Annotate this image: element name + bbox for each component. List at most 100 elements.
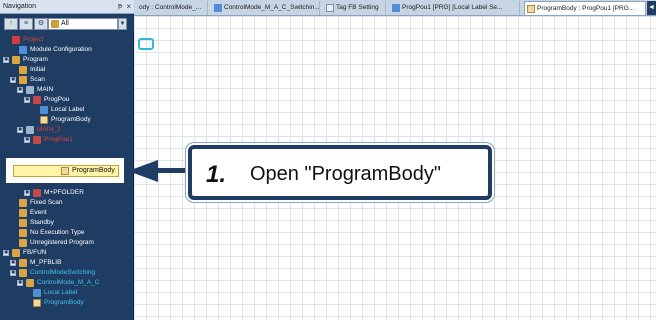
- folder-icon: [19, 66, 27, 74]
- instruction-text: Open "ProgramBody": [250, 163, 441, 185]
- program-icon: [33, 136, 41, 144]
- gear-icon: [26, 86, 34, 94]
- gear-icon: [26, 126, 34, 134]
- filter-dropdown-arrow-icon[interactable]: ▼: [118, 18, 127, 30]
- tree-expander-icon[interactable]: ■: [10, 260, 16, 266]
- navigation-title-bar: Navigation ᵽ ×: [0, 0, 134, 14]
- folder-icon: [19, 269, 27, 277]
- tree-item-label: Project: [23, 36, 44, 43]
- navigation-panel: Navigation ᵽ × ↑ ≡ ⚙ All ▼ Project Module…: [0, 0, 134, 320]
- tree-item[interactable]: ProgramBody: [0, 115, 134, 125]
- module-icon: [19, 46, 27, 54]
- step-number: 1.: [206, 161, 227, 188]
- tree-item[interactable]: Local Label: [0, 105, 134, 115]
- tree-item-label: Local Label: [51, 106, 85, 113]
- tab-label: ProgramBody : ProgPou1 [PRG...: [537, 5, 635, 12]
- tree-expander-icon[interactable]: ■: [17, 127, 23, 133]
- tree-item-label: No Execution Type: [30, 229, 85, 236]
- tree-item[interactable]: No Execution Type: [0, 228, 134, 238]
- callout-arrow-line: [156, 168, 192, 173]
- tree-item[interactable]: ■ Scan: [0, 75, 134, 85]
- tab-progpou1-local-label[interactable]: ProgPou1 [PRG] [Local Label Se...: [390, 1, 520, 15]
- tree-item[interactable]: Standby: [0, 218, 134, 228]
- tab-label: Tag FB Setting: [336, 4, 379, 11]
- tree-item[interactable]: ■ ProgPou: [0, 95, 134, 105]
- tab-tag-fb-setting[interactable]: Tag FB Setting: [324, 1, 386, 15]
- label-table-icon: [392, 4, 400, 12]
- program-body-icon: [61, 167, 69, 175]
- app-root: Navigation ᵽ × ↑ ≡ ⚙ All ▼ Project Module…: [0, 0, 656, 320]
- tag-fb-icon: [326, 4, 334, 12]
- tree-item-label: ControlModeSwitching: [30, 269, 96, 276]
- tree-item[interactable]: Unregistered Program: [0, 238, 134, 248]
- tree-item-label: Fixed Scan: [30, 199, 63, 206]
- sort-button[interactable]: ↑: [4, 18, 18, 30]
- tree-expander-icon[interactable]: ■: [17, 280, 23, 286]
- tree-item[interactable]: ■ FB/FUN: [0, 248, 134, 258]
- tree-expander-icon[interactable]: ■: [17, 87, 23, 93]
- folder-icon: [19, 229, 27, 237]
- tree-item-label: ProgPou1: [44, 136, 73, 143]
- tab-programbody-progpou1[interactable]: ProgramBody : ProgPou1 [PRG...: [524, 1, 646, 15]
- pin-icon[interactable]: ᵽ: [118, 0, 122, 14]
- tree-item-label: M+PFOLDER: [44, 189, 84, 196]
- editor-cursor: [138, 38, 154, 50]
- label-icon: [33, 289, 41, 297]
- navigation-toolbar: ↑ ≡ ⚙ All ▼: [0, 15, 134, 33]
- body-icon: [40, 116, 48, 124]
- list-view-button[interactable]: ≡: [19, 18, 33, 30]
- close-icon[interactable]: ×: [126, 0, 131, 14]
- filter-select-value: All: [61, 20, 69, 27]
- folder-icon: [26, 279, 34, 287]
- tree-expander-icon[interactable]: ■: [24, 190, 30, 196]
- folder-icon: [19, 239, 27, 247]
- tree-expander-icon[interactable]: ■: [10, 77, 16, 83]
- tree-item[interactable]: ■ MAIN_2: [0, 125, 134, 135]
- folder-icon: [12, 249, 20, 257]
- tree-item[interactable]: ■ ControlMode_M_A_C: [0, 278, 134, 288]
- tree-item[interactable]: ■ ControlModeSwitching: [0, 268, 134, 278]
- tree-item[interactable]: Local Label: [0, 288, 134, 298]
- settings-button[interactable]: ⚙: [34, 18, 48, 30]
- tree-item[interactable]: ProgramBody: [0, 298, 134, 308]
- tree-item-label: Unregistered Program: [30, 239, 94, 246]
- folder-icon: [19, 259, 27, 267]
- tree-item[interactable]: Event: [0, 208, 134, 218]
- tree-item[interactable]: ■ Program: [0, 55, 134, 65]
- tree-item[interactable]: ■ MAIN: [0, 85, 134, 95]
- tab-programbody-controlmode[interactable]: ody : ControlMode_...: [136, 1, 208, 15]
- tab-scroll-left-icon[interactable]: ◄: [647, 1, 656, 15]
- tree-expander-icon[interactable]: ■: [3, 57, 9, 63]
- tree-expander-icon[interactable]: ■: [3, 250, 9, 256]
- tree-expander-icon[interactable]: ■: [24, 97, 30, 103]
- tab-controlmode-switching[interactable]: ControlMode_M_A_C_Switchin...: [212, 1, 320, 15]
- program-body-icon: [527, 5, 535, 13]
- tree-item-label: Scan: [30, 76, 45, 83]
- tree-item[interactable]: Project: [0, 35, 134, 45]
- tree-item[interactable]: ■ M+PFOLDER: [0, 188, 134, 198]
- tree-item-label: Local Label: [44, 289, 78, 296]
- tab-label: ControlMode_M_A_C_Switchin...: [224, 4, 320, 11]
- tree-item[interactable]: Initial: [0, 65, 134, 75]
- tree-item[interactable]: ■ ProgPou1: [0, 135, 134, 145]
- filter-select[interactable]: All: [48, 18, 118, 30]
- tree-item-label: ProgPou: [44, 96, 70, 103]
- tree-item[interactable]: Module Configuration: [0, 45, 134, 55]
- selected-item-label: ProgramBody: [72, 167, 115, 174]
- tree-item[interactable]: ■ M_PFBLIB: [0, 258, 134, 268]
- tab-label: ody : ControlMode_...: [139, 4, 202, 11]
- folder-icon: [19, 199, 27, 207]
- tree-item-label: M_PFBLIB: [30, 259, 62, 266]
- instruction-callout: 1. Open "ProgramBody": [188, 145, 492, 200]
- tree-item-label: Program: [23, 56, 48, 63]
- program-icon: [33, 189, 41, 197]
- tree-expander-icon[interactable]: ■: [24, 137, 30, 143]
- tree-item-label: Standby: [30, 219, 54, 226]
- tree-item-label: ProgramBody: [51, 116, 91, 123]
- tree-item-label: Initial: [30, 66, 46, 73]
- tree-expander-icon[interactable]: ■: [10, 270, 16, 276]
- tree-item-label: ControlMode_M_A_C: [37, 279, 100, 286]
- tree-item-programbody-selected[interactable]: ProgramBody: [13, 165, 119, 177]
- body-icon: [33, 299, 41, 307]
- tree-item[interactable]: Fixed Scan: [0, 198, 134, 208]
